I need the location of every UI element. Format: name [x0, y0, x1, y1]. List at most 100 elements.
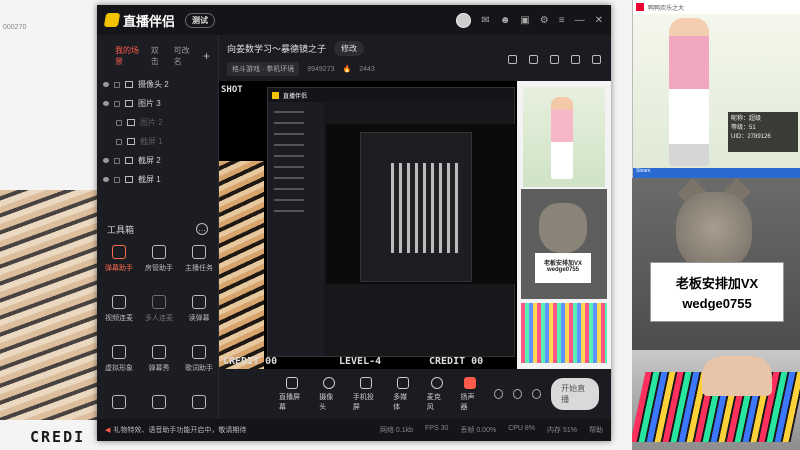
room-actions [508, 55, 601, 64]
skin-icon[interactable]: ☻ [500, 15, 511, 26]
stat-dropped: 丢帧 0.00% [460, 427, 497, 434]
record-icon[interactable] [494, 389, 504, 399]
toolbox-more-icon[interactable]: … [196, 223, 208, 235]
tool-label: 主播任务 [185, 265, 213, 272]
nested-preview-recursion [391, 163, 461, 253]
version-badge[interactable]: 测试 [185, 12, 216, 28]
camera-icon [125, 81, 133, 88]
speaker-icon [464, 376, 477, 389]
category-tag[interactable]: 格斗游戏 · 拳机环境 [227, 62, 300, 76]
source-item[interactable]: 图片 2 [97, 113, 218, 132]
scene-sidebar: 我的场景 双击 可改名 + 摄像头 2 图片 3 图片 2 截屏 1 截屏 2 … [97, 35, 219, 441]
eye-icon[interactable] [103, 82, 109, 87]
eye-icon[interactable] [103, 158, 109, 163]
tool-label: 读弹幕 [188, 315, 210, 322]
add-scene-button[interactable]: + [203, 49, 210, 63]
speaker-button[interactable]: 扬声器 [460, 376, 480, 412]
source-item[interactable]: 截屏 1 [97, 132, 218, 151]
gift-icon[interactable]: ▣ [520, 15, 529, 26]
room-id: 9949273 [307, 65, 335, 73]
download-icon [152, 395, 166, 409]
add-screen-capture-button[interactable]: 直播屏幕 [279, 376, 305, 412]
tab-my-scenes[interactable]: 我的场景 [115, 45, 141, 67]
eye-off-icon[interactable] [103, 119, 111, 127]
stat-fps: FPS 30 [425, 425, 449, 432]
eye-icon[interactable] [103, 177, 109, 182]
avatar-icon [112, 345, 126, 359]
source-item[interactable]: 截屏 2 [97, 151, 218, 170]
preview-keyboard-camera [521, 303, 607, 363]
share-icon[interactable] [592, 55, 601, 64]
share-screen-icon[interactable] [550, 55, 559, 64]
screen-icon [125, 157, 133, 164]
lock-icon[interactable] [116, 119, 122, 126]
keyboard-camera [632, 350, 800, 450]
cat-sign-board: 老板安排加VX wedge0755 [650, 262, 784, 322]
lock-icon[interactable] [114, 157, 120, 164]
tool-video-link[interactable]: 视频连麦 [99, 295, 139, 337]
add-camera-button[interactable]: 摄像头 [319, 376, 339, 412]
close-icon[interactable]: ✕ [595, 15, 603, 26]
tool-read-danmaku[interactable]: 读弹幕 [179, 295, 219, 337]
minimize-icon[interactable]: — [575, 15, 585, 26]
cat-sign-line2: wedge0755 [682, 296, 752, 311]
stream-preview[interactable]: SHOT CREDIT 00 LEVEL-4 CREDIT 00 直播伴侣 老板… [219, 81, 611, 369]
source-item[interactable]: 截屏 1 [97, 170, 218, 189]
menu-icon[interactable]: ≡ [559, 15, 565, 26]
read-danmaku-icon [192, 295, 206, 309]
tool-multi-link[interactable]: 多人连麦 [139, 295, 179, 337]
preview-right-column: 老板安排加VX wedge0755 [517, 81, 611, 369]
help-link[interactable]: 帮助 [589, 425, 603, 435]
gear-icon[interactable] [532, 389, 542, 399]
preview-anime-image [523, 87, 605, 187]
preview-level-text: LEVEL-4 [339, 356, 382, 367]
tool-danmaku-helper[interactable]: 弹幕助手 [99, 245, 139, 287]
tool-host-task[interactable]: 主播任务 [179, 245, 219, 287]
more-tools-icon [192, 395, 206, 409]
save-icon[interactable] [508, 55, 517, 64]
tab-rename[interactable]: 可改名 [174, 45, 193, 67]
phone-cast-button[interactable]: 手机投屏 [352, 376, 379, 412]
nested-app-capture: 直播伴侣 [267, 87, 516, 357]
message-icon[interactable]: ✉ [481, 15, 489, 26]
start-live-button[interactable]: 开始直播 [551, 378, 600, 410]
microphone-button[interactable]: 麦克风 [427, 376, 447, 412]
add-media-button[interactable]: 多媒体 [393, 376, 413, 412]
preview-cat-sign-line1: 老板安排加VX [543, 261, 582, 267]
anime-image: 昵称：超级 等级：51 UID：2789126 [633, 14, 800, 178]
viewer-title: 鸭鸭欢乐之大 [648, 5, 685, 12]
screen-icon [127, 138, 135, 145]
preview-credit-text: CREDIT 00 [223, 356, 278, 367]
stat-memory: 内存 51% [547, 427, 577, 434]
source-item[interactable]: 摄像头 2 [97, 75, 218, 94]
lock-icon[interactable] [114, 176, 120, 183]
lock-icon[interactable] [114, 81, 120, 88]
tool-room-manager[interactable]: 房管助手 [139, 245, 179, 287]
tool-lyrics[interactable]: 歌词助手 [179, 345, 219, 387]
status-bar: ◀ 礼物特效、语音助手功能开启中，敬请期待 网络 0.1kb FPS 30 丢帧 … [97, 419, 611, 441]
eye-icon[interactable] [103, 101, 109, 106]
eye-off-icon[interactable] [103, 138, 111, 146]
layout-icon[interactable] [513, 389, 523, 399]
tool-danmaku-show[interactable]: 弹幕秀 [139, 345, 179, 387]
background-tiger-art [0, 190, 110, 420]
unlock-icon[interactable] [529, 55, 538, 64]
video-link-icon [112, 295, 126, 309]
titlebar-controls: ✉ ☻ ▣ ⚙ ≡ — ✕ [456, 12, 603, 28]
user-avatar[interactable] [456, 12, 472, 28]
settings-icon[interactable]: ⚙ [540, 15, 549, 26]
camera-icon [323, 376, 336, 389]
edit-room-button[interactable]: 修改 [334, 41, 365, 56]
cat-face [539, 203, 587, 253]
button-label: 手机投屏 [352, 393, 374, 411]
screenshot-icon[interactable] [571, 55, 580, 64]
tool-virtual-avatar[interactable]: 虚拟形象 [99, 345, 139, 387]
tab-double-click[interactable]: 双击 [151, 45, 164, 67]
lyrics-icon [192, 345, 206, 359]
lock-icon[interactable] [116, 138, 122, 145]
source-item[interactable]: 图片 3 [97, 94, 218, 113]
lock-icon[interactable] [114, 100, 120, 107]
cat-face [676, 192, 752, 272]
stat-network: 网络 0.1kb [379, 427, 414, 434]
anime-figure [551, 97, 573, 179]
